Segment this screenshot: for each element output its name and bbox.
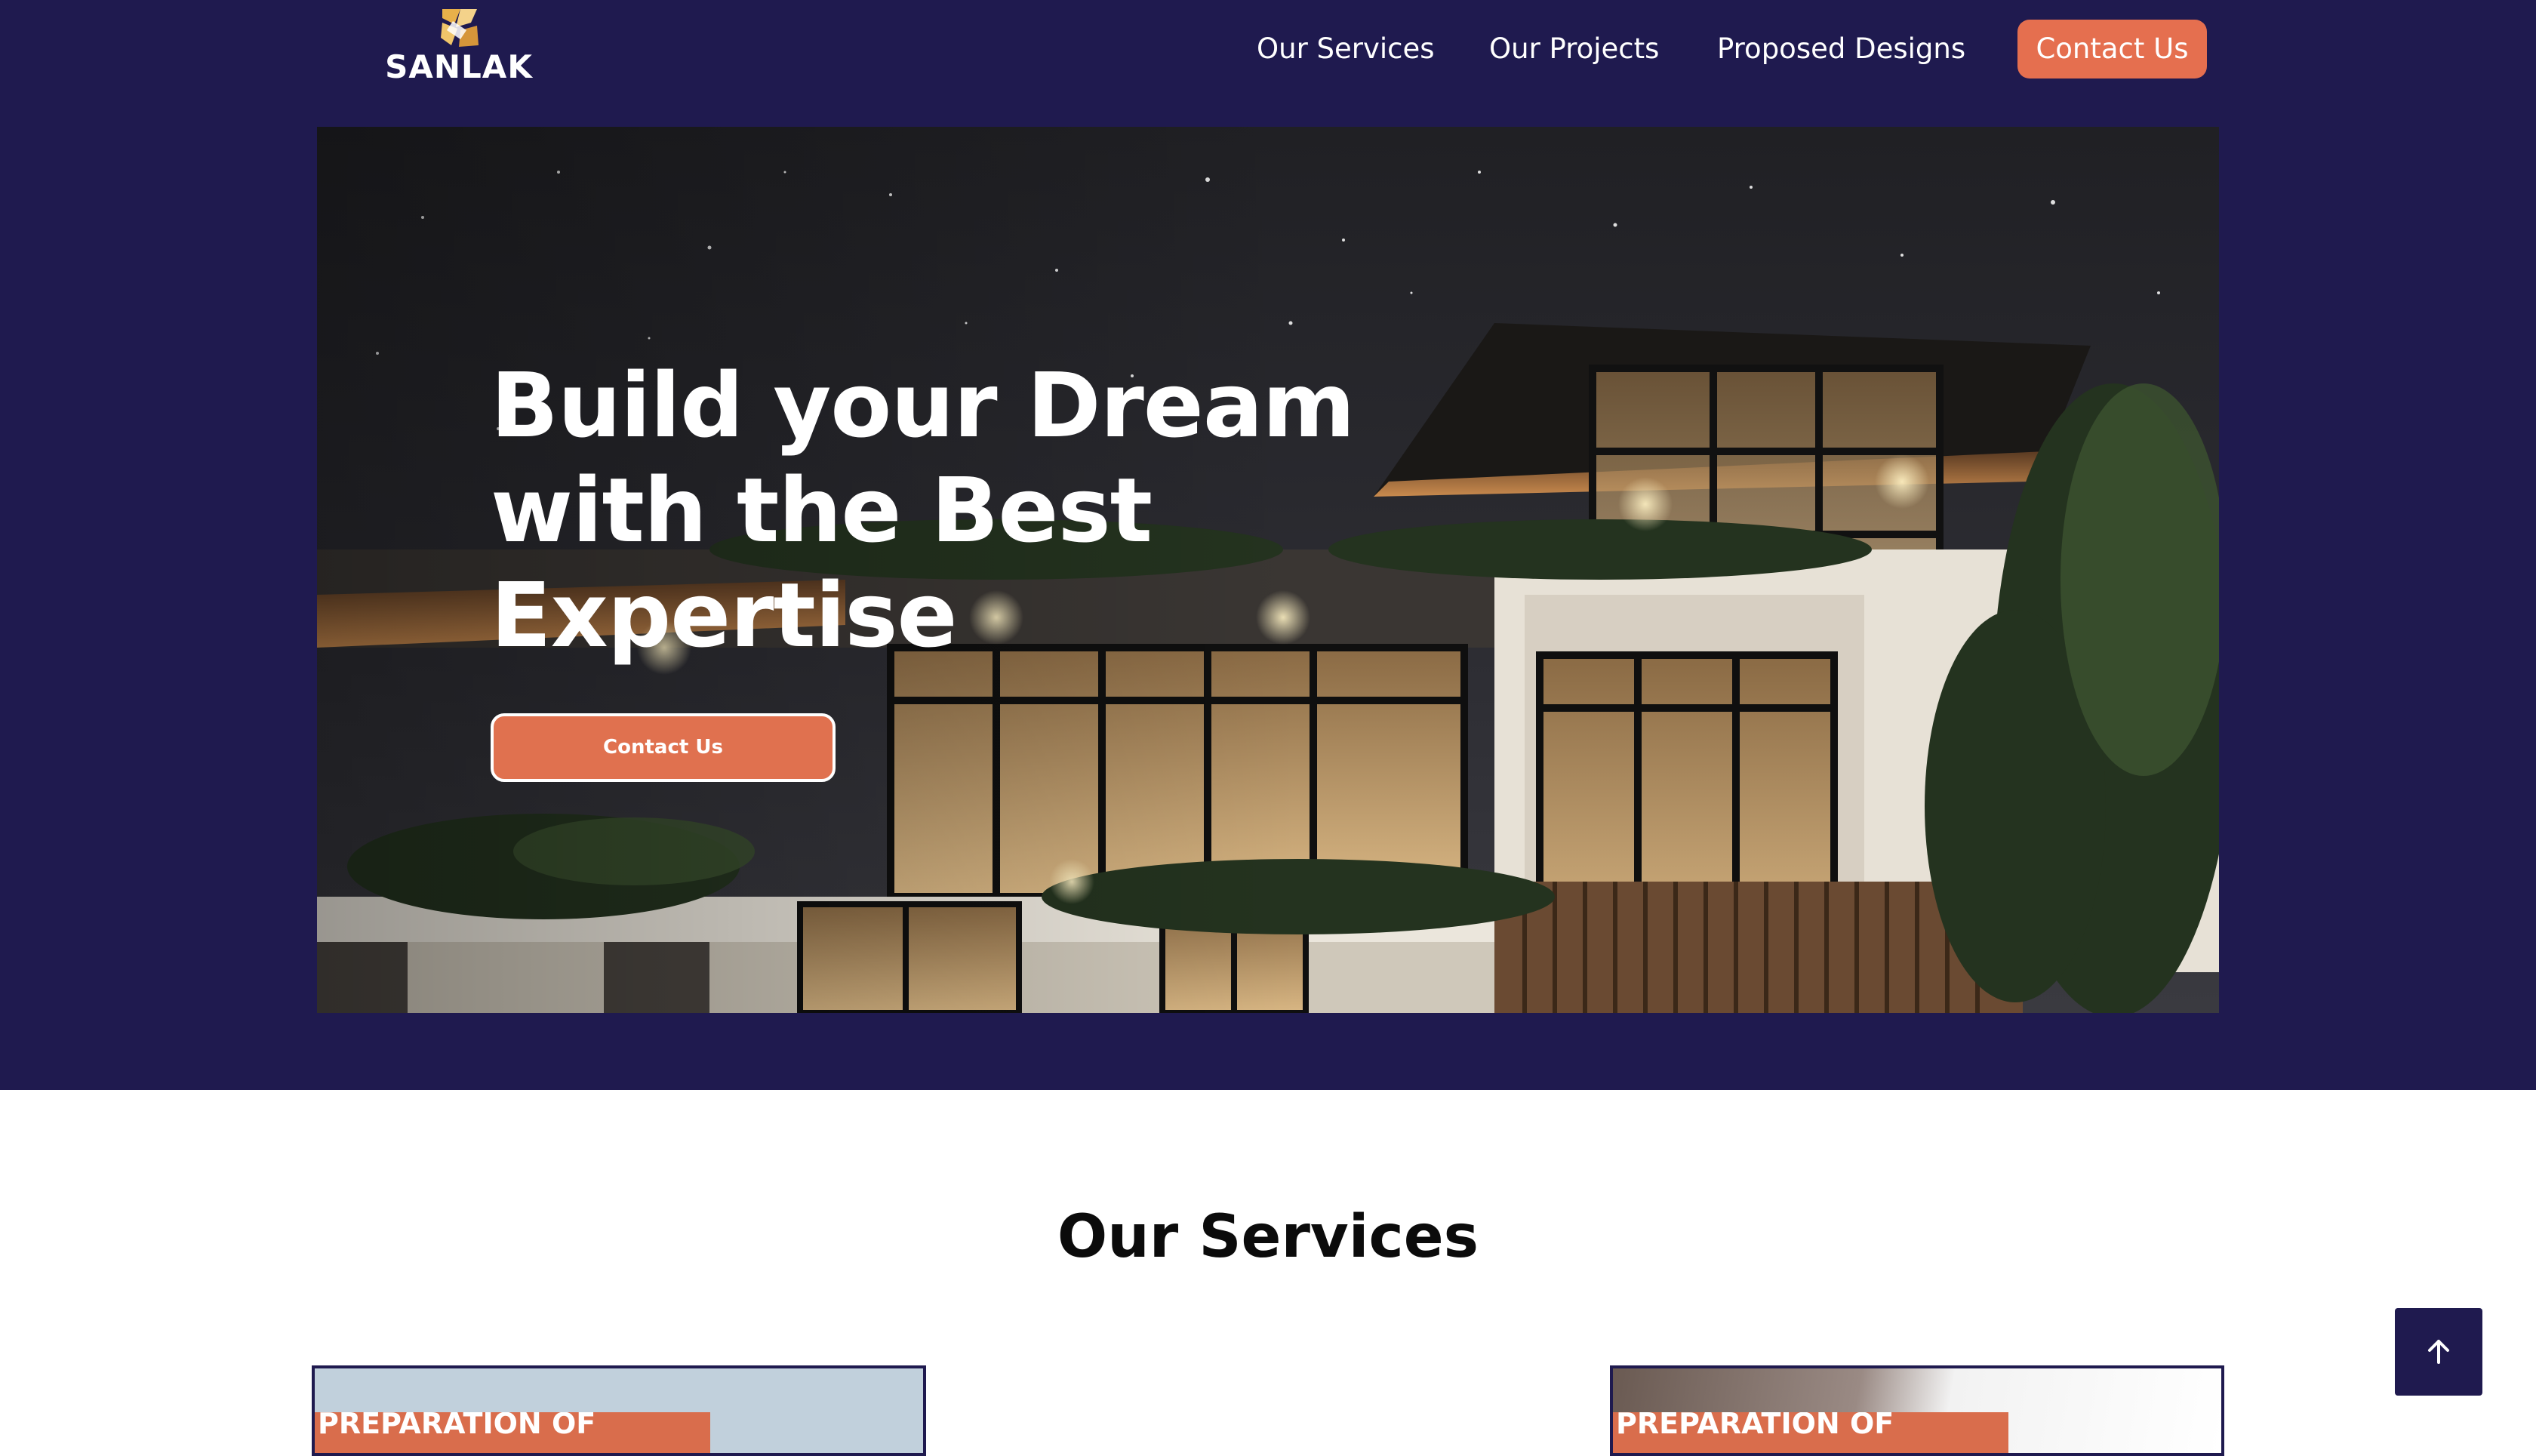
- nav-link-our-projects[interactable]: Our Projects: [1489, 20, 1659, 78]
- hero-contact-button[interactable]: Contact Us: [491, 713, 836, 782]
- hero-title: Build your Dream with the Best Expertise: [491, 353, 1381, 668]
- hero-title-line: Build your Dream: [491, 353, 1355, 457]
- service-card[interactable]: PREPARATION OF: [1610, 1365, 2224, 1456]
- back-to-top-button[interactable]: [2395, 1308, 2482, 1396]
- nav-link-proposed-designs[interactable]: Proposed Designs: [1717, 20, 1965, 78]
- nav-contact-button[interactable]: Contact Us: [2017, 20, 2207, 78]
- hero-title-line: with the Best: [491, 458, 1153, 562]
- service-card[interactable]: PREPARATION OF: [312, 1365, 926, 1456]
- arrow-up-icon: [2428, 1340, 2449, 1364]
- services-section-title: Our Services: [1057, 1203, 1479, 1271]
- site-logo[interactable]: SANLAK: [383, 8, 534, 85]
- nav-link-our-services[interactable]: Our Services: [1257, 20, 1435, 78]
- hero-title-line: Expertise: [491, 563, 958, 667]
- logo-wordmark: SANLAK: [385, 48, 533, 85]
- service-card-tag: PREPARATION OF: [315, 1412, 710, 1453]
- sanlak-logo-mark-icon: [441, 9, 479, 47]
- service-card-tag: PREPARATION OF: [1613, 1412, 2008, 1453]
